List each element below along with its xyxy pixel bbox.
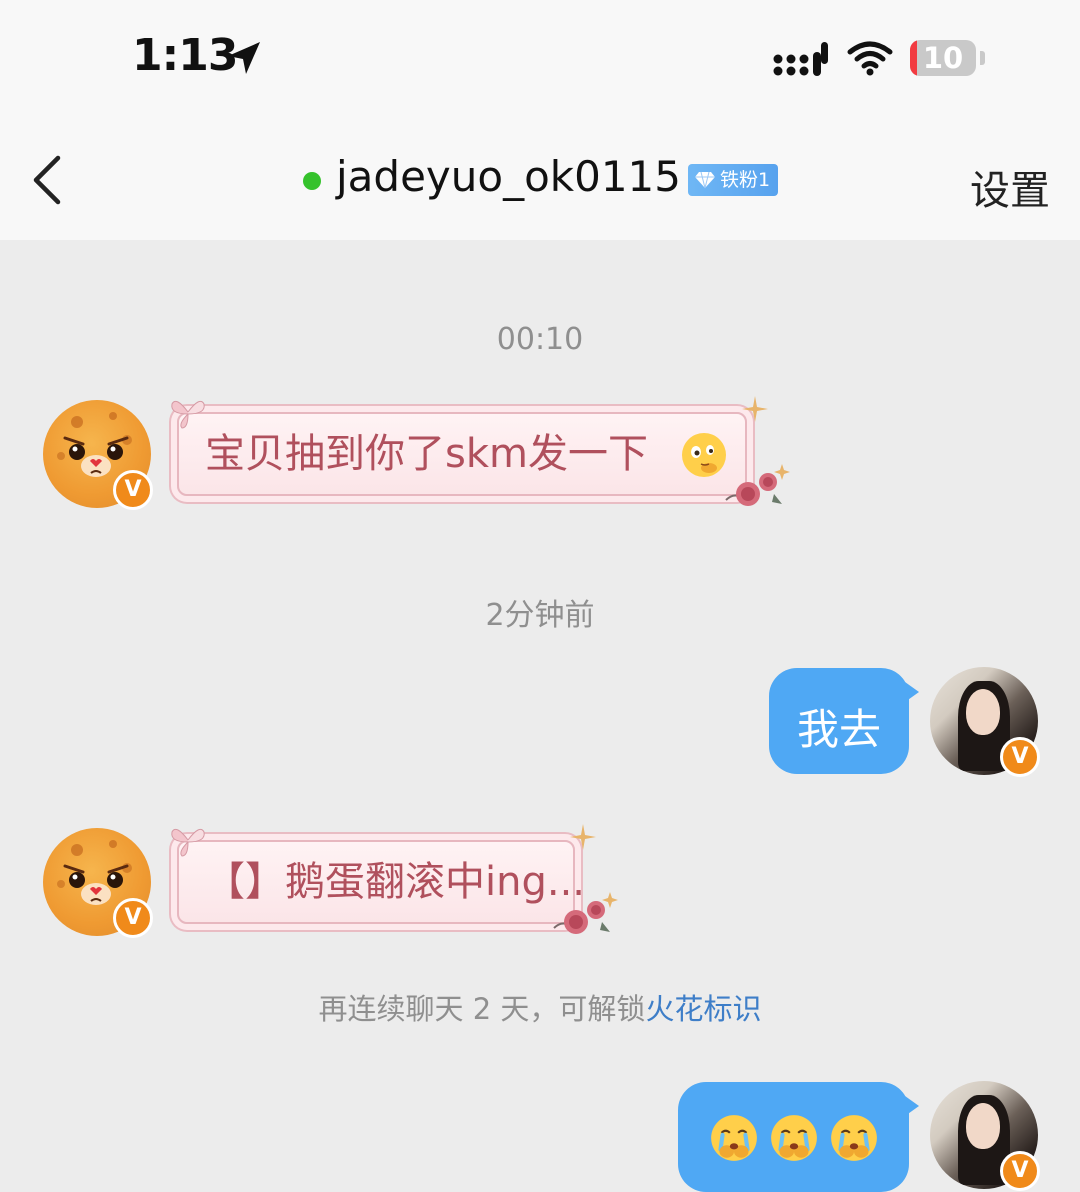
chevron-left-icon[interactable] bbox=[28, 152, 68, 208]
crying-emoji-icon bbox=[711, 1115, 757, 1161]
spark-badge-link[interactable]: 火花标识 bbox=[645, 992, 761, 1026]
verified-badge: V bbox=[113, 470, 153, 510]
message-bubble-incoming[interactable]: 【】鹅蛋翻滚中ing... bbox=[177, 840, 585, 924]
message-bubble-incoming[interactable]: 宝贝抽到你了skm发一下 bbox=[177, 412, 747, 496]
butterfly-decoration-icon bbox=[171, 400, 205, 429]
message-text: 我去 bbox=[796, 705, 881, 754]
status-bar: 1:13 10 bbox=[0, 0, 1080, 112]
fan-badge-label: 铁粉1 bbox=[720, 169, 771, 191]
message-bubble-outgoing[interactable] bbox=[678, 1082, 909, 1192]
chat-timestamp: 00:10 bbox=[496, 322, 584, 357]
fan-level-badge: 铁粉1 bbox=[688, 164, 779, 196]
settings-button[interactable]: 设置 bbox=[970, 158, 1050, 216]
battery-icon: 10 bbox=[910, 40, 976, 76]
diamond-icon bbox=[695, 171, 715, 189]
cellular-signal-icon bbox=[773, 42, 828, 76]
message-text: 【】鹅蛋翻滚中ing... bbox=[205, 859, 585, 905]
bubble-tail bbox=[905, 1096, 919, 1116]
online-status-dot bbox=[303, 172, 321, 190]
verified-badge: V bbox=[1000, 737, 1040, 777]
rose-decoration-icon bbox=[553, 892, 618, 934]
chat-nav-bar: jadeyuo_ok0115 铁粉1 设置 bbox=[0, 112, 1080, 240]
spark-streak-notice: 再连续聊天 2 天，可解锁火花标识 bbox=[0, 986, 1080, 1028]
crying-emoji-icon bbox=[831, 1115, 877, 1161]
bubble-tail bbox=[905, 682, 919, 702]
butterfly-decoration-icon bbox=[171, 828, 205, 857]
chat-title[interactable]: jadeyuo_ok0115 bbox=[336, 152, 681, 201]
message-text: 宝贝抽到你了skm发一下 bbox=[205, 431, 648, 477]
sparkle-icon bbox=[570, 824, 596, 850]
status-time: 1:13 bbox=[132, 30, 238, 81]
message-bubble-outgoing[interactable]: 我去 bbox=[769, 668, 909, 774]
crying-emoji-icon bbox=[771, 1115, 817, 1161]
battery-level: 10 bbox=[922, 41, 964, 75]
verified-badge: V bbox=[1000, 1151, 1040, 1191]
verified-badge: V bbox=[113, 898, 153, 938]
avatar-photo-face bbox=[966, 689, 1000, 735]
wifi-icon bbox=[847, 41, 893, 76]
chat-timestamp: 2分钟前 bbox=[485, 598, 595, 633]
avatar-photo-face bbox=[966, 1103, 1000, 1149]
battery-cap bbox=[980, 51, 985, 65]
rose-decoration-icon bbox=[725, 464, 790, 506]
location-arrow-icon bbox=[228, 42, 260, 74]
sparkle-icon bbox=[742, 396, 768, 422]
notice-text: 再连续聊天 2 天，可解锁 bbox=[318, 992, 646, 1026]
